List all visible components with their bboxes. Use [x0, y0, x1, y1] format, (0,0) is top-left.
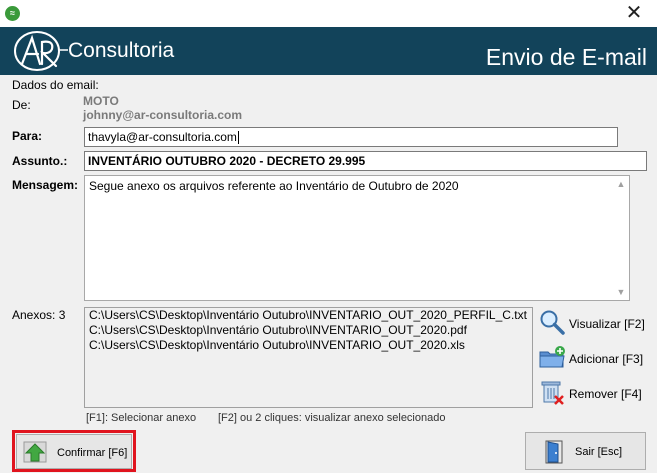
ar-logo-icon [14, 31, 68, 71]
app-icon: ≈ [5, 6, 20, 21]
window-titlebar: ≈ ✕ [0, 0, 657, 27]
scroll-up-icon[interactable]: ▲ [614, 178, 628, 190]
subject-label: Assunto.: [12, 154, 68, 168]
attachments-list[interactable]: C:\Users\CS\Desktop\Inventário Outubro\I… [84, 307, 533, 408]
focus-highlight [12, 430, 136, 472]
to-field[interactable]: thavyla@ar-consultoria.com [84, 127, 618, 147]
magnifier-icon [540, 310, 565, 335]
add-attachment-button[interactable]: Adicionar [F3] [538, 343, 650, 373]
hint-select: [F1]: Selecionar anexo [86, 412, 197, 424]
scroll-down-icon[interactable]: ▼ [614, 286, 628, 298]
view-attachment-label: Visualizar [F2] [569, 317, 645, 331]
add-attachment-label: Adicionar [F3] [569, 352, 644, 366]
message-textarea[interactable]: Segue anexo os arquivos referente ao Inv… [84, 175, 630, 301]
view-attachment-button[interactable]: Visualizar [F2] [538, 308, 650, 338]
from-email: johnny@ar-consultoria.com [83, 108, 243, 122]
brand-name: Consultoria [68, 39, 175, 62]
exit-label: Sair [Esc] [575, 446, 623, 458]
to-field-value: thavyla@ar-consultoria.com [88, 130, 237, 144]
attachment-item[interactable]: C:\Users\CS\Desktop\Inventário Outubro\I… [89, 323, 527, 338]
to-label: Para: [12, 129, 43, 143]
attachment-item[interactable]: C:\Users\CS\Desktop\Inventário Outubro\I… [89, 338, 527, 353]
from-name: MOTO [83, 94, 119, 108]
close-window-button[interactable]: ✕ [611, 0, 657, 27]
hint-view: [F2] ou 2 cliques: visualizar anexo sele… [218, 412, 446, 424]
exit-button[interactable]: Sair [Esc] [525, 432, 646, 470]
from-label: De: [12, 98, 31, 112]
attachment-item[interactable]: C:\Users\CS\Desktop\Inventário Outubro\I… [89, 308, 527, 323]
message-label: Mensagem: [12, 178, 79, 192]
header-banner: Consultoria Envio de E-mail [0, 27, 657, 75]
subject-field[interactable]: INVENTÁRIO OUTUBRO 2020 - DECRETO 29.995 [84, 151, 647, 171]
attachments-label: Anexos: 3 [12, 308, 66, 322]
remove-attachment-button[interactable]: Remover [F4] [538, 378, 650, 408]
remove-attachment-label: Remover [F4] [569, 387, 642, 401]
text-caret [237, 131, 239, 145]
door-exit-icon [545, 440, 563, 464]
folder-add-icon [539, 346, 565, 368]
trash-delete-icon [541, 381, 564, 405]
page-title: Envio de E-mail [485, 44, 647, 70]
message-text: Segue anexo os arquivos referente ao Inv… [89, 179, 459, 193]
section-title: Dados do email: [12, 78, 99, 92]
